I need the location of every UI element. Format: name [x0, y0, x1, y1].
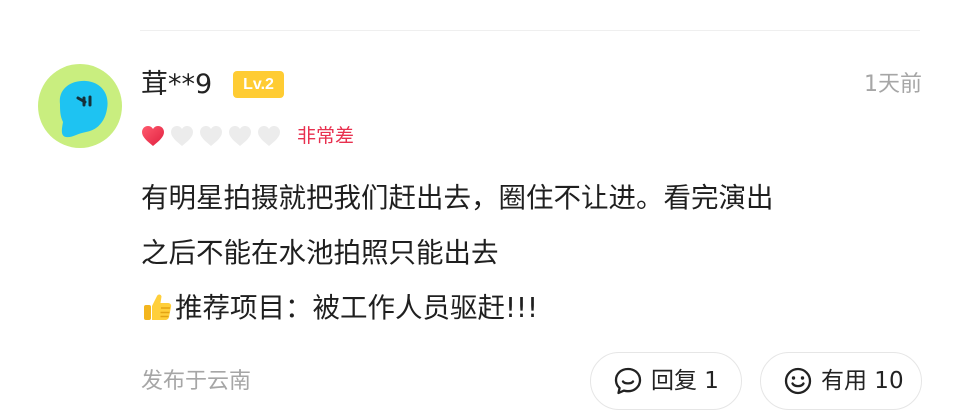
comment-bubble-icon — [613, 366, 643, 396]
rating-label: 非常差 — [297, 125, 355, 147]
username[interactable]: 茸**9 — [141, 66, 212, 104]
thumbs-up-icon — [141, 287, 173, 342]
recommend-text: 推荐项目：被工作人员驱赶!!! — [175, 292, 539, 324]
useful-label: 有用 10 — [821, 368, 904, 394]
level-badge: Lv.2 — [233, 71, 284, 98]
heart-empty-icon — [228, 125, 252, 147]
heart-empty-icon — [257, 125, 281, 147]
heart-empty-icon — [170, 125, 194, 147]
comment-content: 有明星拍摄就把我们赶出去，圈住不让进。看完演出 之后不能在水池拍照只能出去 推荐… — [141, 171, 931, 336]
top-divider — [140, 30, 920, 31]
avatar[interactable] — [38, 64, 122, 148]
heart-empty-icon — [199, 125, 223, 147]
post-time: 1天前 — [864, 72, 922, 97]
post-location: 发布于云南 — [141, 369, 252, 394]
reply-button[interactable]: 回复 1 — [590, 352, 742, 410]
reply-label: 回复 1 — [651, 368, 719, 394]
rating-hearts — [141, 122, 286, 150]
avatar-blob-icon — [59, 80, 108, 138]
smiley-icon — [783, 366, 813, 396]
useful-button[interactable]: 有用 10 — [760, 352, 922, 410]
heart-filled-icon — [141, 125, 165, 147]
content-line: 有明星拍摄就把我们赶出去，圈住不让进。看完演出 — [141, 182, 774, 214]
content-line: 之后不能在水池拍照只能出去 — [141, 237, 499, 269]
recommend-line: 推荐项目：被工作人员驱赶!!! — [141, 281, 931, 336]
